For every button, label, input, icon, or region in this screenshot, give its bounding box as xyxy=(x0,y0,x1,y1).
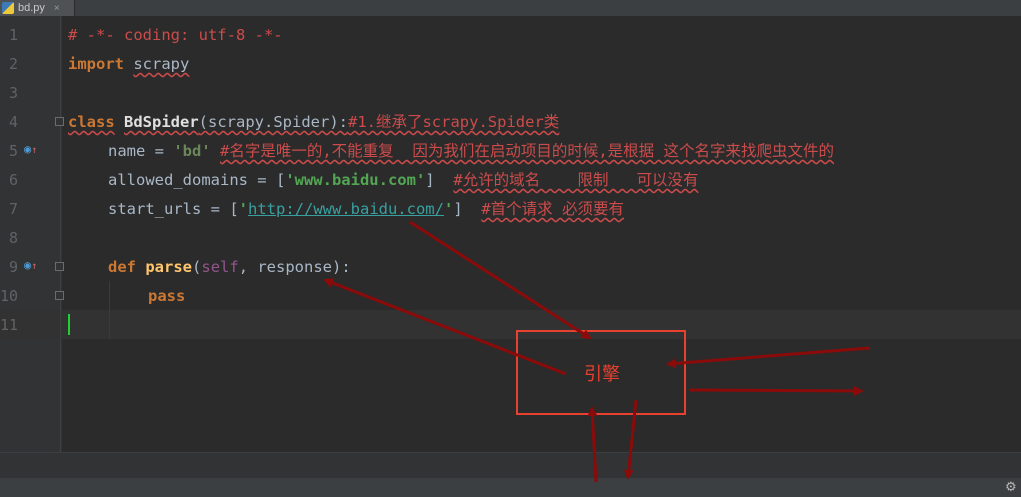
code-line-10[interactable]: pass xyxy=(148,282,185,311)
code-line-2[interactable]: import scrapy xyxy=(68,50,189,79)
class-bases: (scrapy.Spider): xyxy=(198,113,348,131)
line-number: 6 xyxy=(8,171,18,189)
line-number: 8 xyxy=(8,229,18,247)
code-line-5[interactable]: name = 'bd' #名字是唯一的,不能重复 因为我们在启动项目的时候,是根… xyxy=(108,137,834,166)
line-number: 2 xyxy=(8,55,18,73)
string-quote: ' xyxy=(443,200,454,218)
self-param: self xyxy=(201,258,239,276)
params: , response): xyxy=(238,258,351,276)
code-line-6[interactable]: allowed_domains = ['www.baidu.com'] #允许的… xyxy=(108,166,698,195)
line-number: 4 xyxy=(8,113,18,131)
indent-guide xyxy=(109,281,110,339)
code-line-4[interactable]: class BdSpider(scrapy.Spider):#1.继承了scra… xyxy=(68,108,559,137)
comment: # -*- coding: utf-8 -*- xyxy=(68,26,283,44)
comment: #允许的域名 限制 可以没有 xyxy=(453,171,699,189)
code-line-9[interactable]: def parse(self, response): xyxy=(108,253,351,282)
arrow-out-of-engine-right xyxy=(689,385,864,396)
variable: allowed_domains = [ xyxy=(108,171,286,189)
engine-label: 引擎 xyxy=(584,364,620,385)
bracket: ] xyxy=(425,171,435,189)
text-caret xyxy=(68,314,70,335)
keyword: class xyxy=(68,113,115,131)
code-line-7[interactable]: start_urls = ['http://www.baidu.com/'] #… xyxy=(108,195,624,224)
line-number: 3 xyxy=(8,84,18,102)
class-name: BdSpider xyxy=(124,113,199,131)
override-marker-icon[interactable]: ◉↑ xyxy=(24,258,37,272)
fold-icon[interactable] xyxy=(55,291,64,300)
settings-gear-icon[interactable]: ⚙ xyxy=(1005,480,1017,495)
variable: name = xyxy=(108,142,174,160)
line-number: 1 xyxy=(8,26,18,44)
keyword: import xyxy=(68,55,124,73)
python-file-icon xyxy=(2,2,14,14)
fold-icon[interactable] xyxy=(55,117,64,126)
function-name: parse xyxy=(145,258,193,276)
code-line-1[interactable]: # -*- coding: utf-8 -*- xyxy=(68,21,283,50)
status-bar xyxy=(0,478,1021,497)
string-quote: ' xyxy=(238,200,248,218)
line-number: 5 xyxy=(8,142,18,160)
fold-divider xyxy=(60,16,61,452)
arrow-into-engine-from-right xyxy=(666,346,871,369)
url-string[interactable]: http://www.baidu.com/ xyxy=(248,200,444,218)
paren: ( xyxy=(192,258,202,276)
keyword: pass xyxy=(148,287,186,305)
editor-bottom-panel xyxy=(0,452,1021,479)
editor-tab-bar: bd.py × xyxy=(0,0,1021,16)
variable: start_urls = [ xyxy=(108,200,239,218)
fold-icon[interactable] xyxy=(55,262,64,271)
string: 'bd' xyxy=(173,142,211,160)
tab-filename: bd.py xyxy=(18,2,45,14)
line-number: 10 xyxy=(0,287,19,305)
tab-bd-py[interactable]: bd.py × xyxy=(0,0,75,16)
line-number: 7 xyxy=(8,200,18,218)
line-number: 11 xyxy=(0,316,19,334)
string: 'www.baidu.com' xyxy=(285,171,426,189)
line-number: 9 xyxy=(8,258,18,276)
current-line-highlight xyxy=(0,310,1021,339)
comment: #1.继承了scrapy.Spider类 xyxy=(347,113,560,131)
keyword: def xyxy=(108,258,136,276)
close-icon[interactable]: × xyxy=(54,3,60,14)
override-marker-icon[interactable]: ◉↑ xyxy=(24,142,37,156)
bracket: ] xyxy=(453,200,463,218)
comment: #首个请求 必须要有 xyxy=(481,200,624,218)
comment: #名字是唯一的,不能重复 因为我们在启动项目的时候,是根据 这个名字来找爬虫文件… xyxy=(220,142,834,160)
module-name: scrapy xyxy=(133,55,190,73)
